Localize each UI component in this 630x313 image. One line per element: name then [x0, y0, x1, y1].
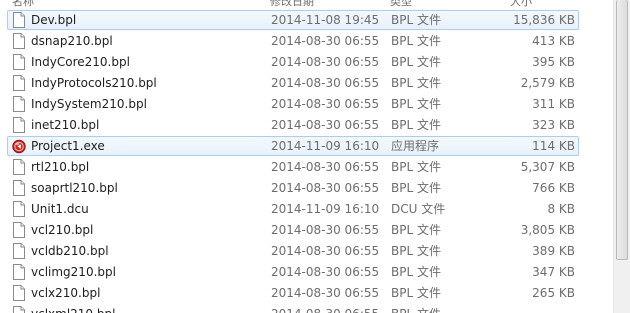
- scrollbar-thumb[interactable]: [616, 0, 628, 260]
- file-size: 8 KB: [547, 202, 575, 216]
- column-header-name[interactable]: 名称: [12, 0, 34, 9]
- document-icon: [12, 285, 26, 301]
- file-size: 114 KB: [532, 139, 575, 153]
- file-name: IndyCore210.bpl: [31, 55, 130, 69]
- file-type: DCU 文件: [391, 202, 446, 216]
- file-date-modified: 2014-08-30 06:55: [271, 307, 379, 313]
- file-date-modified: 2014-08-30 06:55: [271, 244, 380, 258]
- file-date-modified: 2014-08-30 06:55: [271, 118, 380, 132]
- file-date-modified: 2014-08-30 06:55: [271, 55, 380, 69]
- document-icon: [12, 243, 26, 259]
- file-name: inet210.bpl: [31, 118, 100, 132]
- column-header-size[interactable]: 大小: [510, 0, 532, 9]
- file-date-modified: 2014-11-08 19:45: [271, 13, 380, 27]
- file-size: 766 KB: [532, 181, 575, 195]
- file-name: vcl210.bpl: [31, 223, 94, 237]
- file-row[interactable]: vcl210.bpl 2014-08-30 06:55 BPL 文件 3,805 KB: [7, 220, 579, 240]
- document-icon: [12, 264, 26, 280]
- file-row[interactable]: Unit1.dcu 2014-11-09 16:10 DCU 文件 8 KB: [7, 199, 579, 219]
- file-date-modified: 2014-08-30 06:55: [271, 223, 380, 237]
- file-row[interactable]: rtl210.bpl 2014-08-30 06:55 BPL 文件 5,307 KB: [7, 157, 579, 177]
- document-icon: [12, 201, 26, 217]
- file-list[interactable]: 名称 修改日期 类型 大小 Dev.bpl 2014-11-08 19:45 BPL…: [0, 0, 630, 313]
- file-type: BPL 文件: [391, 34, 441, 48]
- file-name: vclimg210.bpl: [31, 265, 116, 279]
- file-date-modified: 2014-11-09 16:10: [271, 202, 380, 216]
- document-icon: [12, 306, 26, 313]
- file-name: vclx210.bpl: [31, 286, 101, 300]
- document-icon: [12, 180, 26, 196]
- file-type: BPL 文件: [391, 118, 441, 132]
- file-date-modified: 2014-08-30 06:55: [271, 160, 380, 174]
- file-name: rtl210.bpl: [31, 160, 90, 174]
- file-row[interactable]: vclxml210.bpl 2014-08-30 06:55 BPL 文件: [7, 304, 579, 313]
- column-header-type[interactable]: 类型: [390, 0, 412, 9]
- file-type: BPL 文件: [391, 97, 441, 111]
- column-header-date[interactable]: 修改日期: [270, 0, 314, 9]
- file-row[interactable]: soaprtl210.bpl 2014-08-30 06:55 BPL 文件 766 …: [7, 178, 579, 198]
- file-row[interactable]: inet210.bpl 2014-08-30 06:55 BPL 文件 323 KB: [7, 115, 579, 135]
- file-type: BPL 文件: [391, 160, 441, 174]
- document-icon: [12, 117, 26, 133]
- file-size: 2,579 KB: [520, 76, 575, 90]
- file-row[interactable]: vcldb210.bpl 2014-08-30 06:55 BPL 文件 389 KB: [7, 241, 579, 261]
- file-date-modified: 2014-08-30 06:55: [271, 181, 380, 195]
- file-name: dsnap210.bpl: [31, 34, 113, 48]
- file-type: BPL 文件: [391, 286, 441, 300]
- file-type: BPL 文件: [391, 244, 441, 258]
- file-name: vcldb210.bpl: [31, 244, 109, 258]
- file-size: 413 KB: [532, 34, 575, 48]
- file-type: BPL 文件: [391, 13, 441, 27]
- file-type: BPL 文件: [391, 76, 441, 90]
- column-headers: 名称 修改日期 类型 大小: [0, 0, 630, 8]
- file-size: 5,307 KB: [520, 160, 575, 174]
- file-date-modified: 2014-08-30 06:55: [271, 265, 380, 279]
- file-row[interactable]: Project1.exe 2014-11-09 16:10 应用程序 114 KB: [7, 136, 579, 156]
- document-icon: [12, 222, 26, 238]
- file-type: BPL 文件: [391, 265, 441, 279]
- file-date-modified: 2014-11-09 16:10: [271, 139, 380, 153]
- file-row[interactable]: IndyProtocols210.bpl 2014-08-30 06:55 BPL …: [7, 73, 579, 93]
- file-size: 323 KB: [532, 118, 575, 132]
- file-type: 应用程序: [391, 139, 440, 153]
- file-row[interactable]: IndySystem210.bpl 2014-08-30 06:55 BPL 文件 3…: [7, 94, 579, 114]
- vertical-scrollbar[interactable]: [613, 0, 630, 313]
- document-icon: [12, 96, 26, 112]
- document-icon: [12, 75, 26, 91]
- file-type: BPL 文件: [391, 307, 441, 313]
- file-row[interactable]: vclimg210.bpl 2014-08-30 06:55 BPL 文件 347 K…: [7, 262, 579, 282]
- file-size: 265 KB: [532, 286, 575, 300]
- file-size: 389 KB: [532, 244, 575, 258]
- file-name: IndySystem210.bpl: [31, 97, 147, 111]
- file-type: BPL 文件: [391, 223, 441, 237]
- document-icon: [12, 33, 26, 49]
- file-name: Dev.bpl: [31, 13, 77, 27]
- file-date-modified: 2014-08-30 06:55: [271, 34, 380, 48]
- document-icon: [12, 12, 26, 28]
- file-name: Unit1.dcu: [31, 202, 89, 216]
- document-icon: [12, 54, 26, 70]
- file-row[interactable]: vclx210.bpl 2014-08-30 06:55 BPL 文件 265 KB: [7, 283, 579, 303]
- file-name: Project1.exe: [31, 139, 105, 153]
- file-date-modified: 2014-08-30 06:55: [271, 97, 380, 111]
- file-size: 15,836 KB: [513, 13, 575, 27]
- file-name: IndyProtocols210.bpl: [31, 76, 157, 90]
- file-type: BPL 文件: [391, 55, 441, 69]
- file-size: 3,805 KB: [520, 223, 575, 237]
- file-name: vclxml210.bpl: [31, 307, 115, 313]
- file-size: 311 KB: [532, 97, 575, 111]
- file-row[interactable]: Dev.bpl 2014-11-08 19:45 BPL 文件 15,836 KB: [7, 10, 579, 30]
- file-name: soaprtl210.bpl: [31, 181, 118, 195]
- file-date-modified: 2014-08-30 06:55: [271, 286, 380, 300]
- file-type: BPL 文件: [391, 181, 441, 195]
- file-size: 395 KB: [532, 55, 575, 69]
- file-date-modified: 2014-08-30 06:55: [271, 76, 380, 90]
- application-icon: [12, 138, 26, 154]
- document-icon: [12, 159, 26, 175]
- file-row[interactable]: IndyCore210.bpl 2014-08-30 06:55 BPL 文件 395…: [7, 52, 579, 72]
- file-size: 347 KB: [532, 265, 575, 279]
- file-row[interactable]: dsnap210.bpl 2014-08-30 06:55 BPL 文件 413 KB: [7, 31, 579, 51]
